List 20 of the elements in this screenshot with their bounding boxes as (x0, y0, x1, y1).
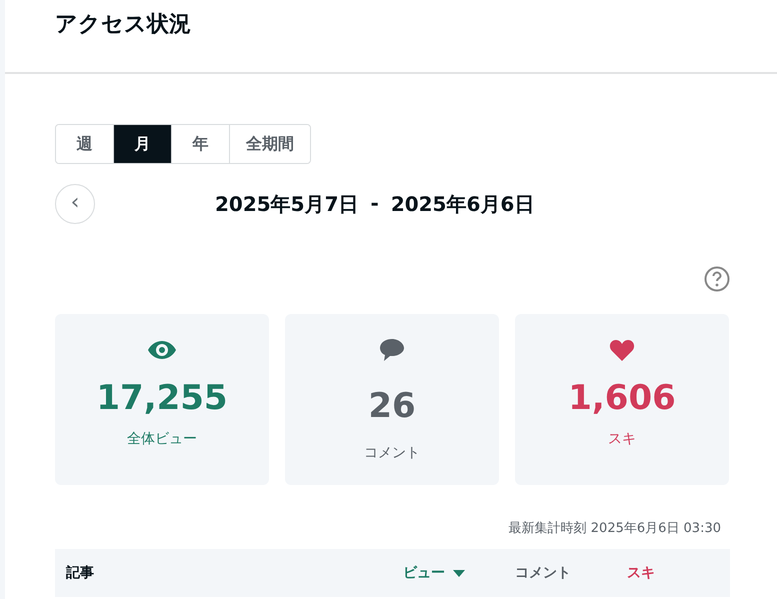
stat-label: コメント (364, 444, 420, 462)
column-header[interactable]: ビュー (403, 564, 465, 582)
period-tab[interactable]: 月 (114, 125, 172, 163)
previous-button[interactable]: ‹ (55, 184, 95, 224)
stat-value: 1,606 (568, 378, 676, 418)
column-header[interactable]: コメント (515, 564, 571, 582)
stat-label: 全体ビュー (127, 430, 197, 448)
sort-down-icon[interactable] (453, 570, 465, 576)
page-title: アクセス状況 (55, 11, 191, 39)
period-tab[interactable]: 週 (56, 125, 114, 163)
column-header[interactable]: 記事 (66, 564, 94, 582)
updated-time: 最新集計時刻 2025年6月6日 03:30 (508, 520, 721, 537)
stat-value: 17,255 (96, 378, 228, 418)
date-separator: - (370, 190, 379, 216)
column-header[interactable]: スキ (627, 564, 655, 582)
stat-label: スキ (608, 430, 636, 448)
help-icon[interactable] (704, 266, 730, 292)
stat-value: 26 (368, 386, 416, 426)
end-date: 2025年6月6日 (390, 190, 534, 218)
start-date: 2025年5月7日 (215, 190, 358, 218)
